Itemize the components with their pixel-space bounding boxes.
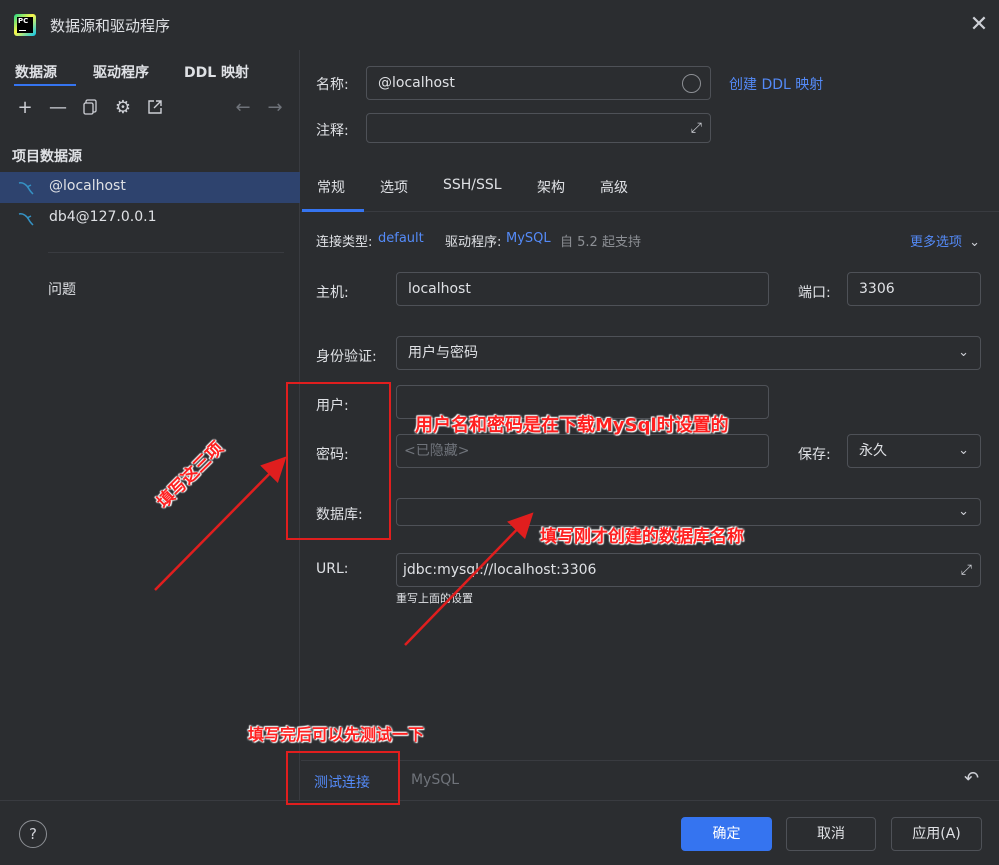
annotation-test: 填写完后可以先测试一下	[248, 725, 425, 744]
annotation-user-pass: 用户名和密码是在下载MySql时设置的	[415, 415, 729, 436]
annotation-db-name: 填写刚才创建的数据库名称	[540, 527, 744, 547]
